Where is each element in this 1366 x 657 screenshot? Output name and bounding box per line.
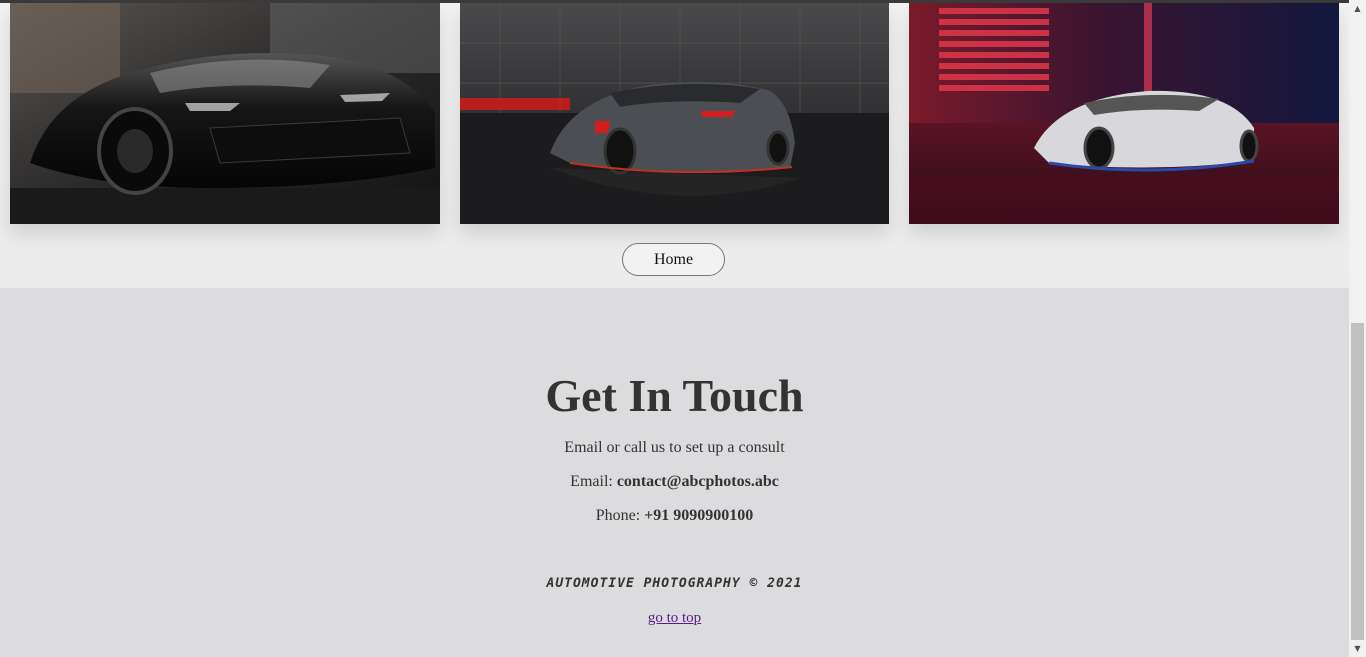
car-photo-white[interactable] xyxy=(909,3,1339,224)
car-photo-white-image xyxy=(909,3,1339,224)
contact-phone: Phone: +91 9090900100 xyxy=(0,506,1349,526)
scroll-up-arrow-icon[interactable]: ▲ xyxy=(1349,0,1366,17)
scrollbar-thumb[interactable] xyxy=(1351,323,1364,640)
contact-subtitle: Email or call us to set up a consult xyxy=(564,439,785,456)
gallery-section: Home xyxy=(0,0,1349,288)
go-to-top-link[interactable]: go to top xyxy=(0,610,1349,627)
scroll-down-arrow-icon[interactable]: ▼ xyxy=(1349,640,1366,657)
contact-title: Get In Touch xyxy=(545,370,804,421)
phone-value: +91 9090900100 xyxy=(644,507,754,524)
vertical-scrollbar[interactable]: ▲ ▼ xyxy=(1349,0,1366,657)
home-button[interactable]: Home xyxy=(622,243,725,276)
contact-email: Email: contact@abcphotos.abc xyxy=(0,472,1349,492)
email-value: contact@abcphotos.abc xyxy=(616,473,779,490)
car-photo-grey-red[interactable] xyxy=(460,3,889,224)
page: Home Get In Touch Email or call us to se… xyxy=(0,0,1349,657)
top-divider xyxy=(0,0,1349,3)
car-photo-black-image xyxy=(10,3,440,224)
car-photo-black[interactable] xyxy=(10,3,440,224)
phone-label: Phone: xyxy=(595,507,641,524)
car-photo-grey-red-image xyxy=(460,3,889,224)
copyright-text: AUTOMOTIVE PHOTOGRAPHY © 2021 xyxy=(546,576,803,591)
email-label: Email: xyxy=(570,473,613,490)
contact-section: Get In Touch Email or call us to set up … xyxy=(0,288,1349,657)
